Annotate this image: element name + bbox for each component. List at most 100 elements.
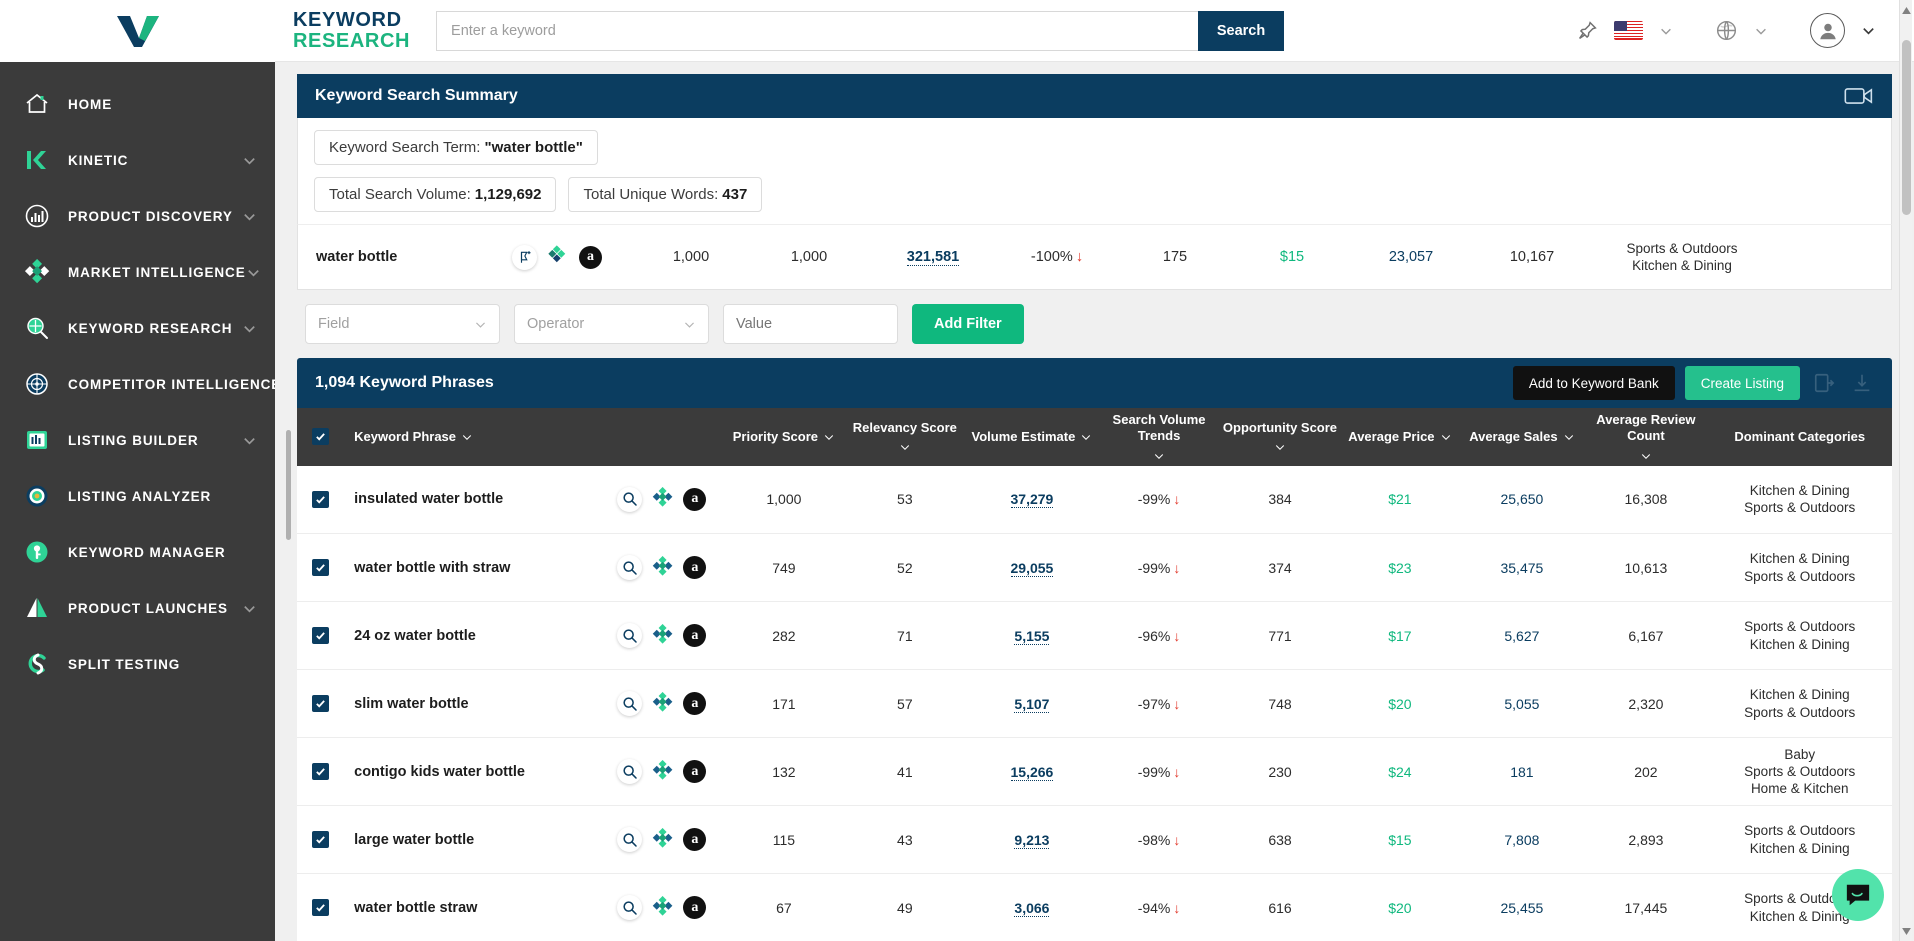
col-average-sales[interactable]: Average Sales: [1459, 408, 1584, 466]
keyword-phrase-cell[interactable]: water bottle with straw: [344, 534, 600, 602]
flag-chevron-down-icon[interactable]: [1653, 18, 1679, 44]
sidebar-item-listing-builder[interactable]: LISTING BUILDER: [0, 412, 275, 468]
search-icon[interactable]: [617, 623, 643, 648]
create-listing-button[interactable]: Create Listing: [1684, 366, 1800, 400]
volume-estimate-cell[interactable]: 15,266: [965, 738, 1098, 806]
row-checkbox[interactable]: [312, 831, 330, 848]
row-checkbox[interactable]: [312, 763, 330, 780]
col-average-review-count[interactable]: Average Review Count: [1584, 408, 1707, 466]
page-scrollbar[interactable]: [1899, 0, 1912, 941]
amazon-icon[interactable]: a: [683, 624, 707, 647]
download-icon[interactable]: [1848, 372, 1876, 394]
keyword-phrase-cell[interactable]: water bottle straw: [344, 874, 600, 941]
globe-chevron-down-icon[interactable]: [1748, 18, 1774, 44]
keyword-phrase-cell[interactable]: slim water bottle: [344, 670, 600, 738]
chevron-down-icon[interactable]: [241, 320, 257, 336]
chevron-down-icon[interactable]: [241, 432, 257, 448]
filter-operator-select[interactable]: Operator: [514, 304, 709, 344]
amazon-icon[interactable]: a: [683, 556, 707, 579]
search-input[interactable]: [436, 10, 1199, 51]
market-intelligence-icon[interactable]: [548, 245, 568, 269]
video-camera-icon[interactable]: [1844, 85, 1874, 107]
row-checkbox[interactable]: [312, 627, 330, 644]
add-filter-button[interactable]: Add Filter: [912, 304, 1024, 344]
volume-estimate-cell[interactable]: 29,055: [965, 534, 1098, 602]
search-icon[interactable]: [617, 691, 643, 716]
chevron-down-icon[interactable]: [241, 600, 257, 616]
sidebar-item-home[interactable]: HOME: [0, 76, 275, 132]
filter-value-input[interactable]: [723, 304, 898, 344]
amazon-icon[interactable]: a: [683, 692, 707, 715]
brand-logo[interactable]: [0, 0, 275, 62]
export-icon[interactable]: [1810, 372, 1838, 394]
pin-icon[interactable]: [1571, 14, 1604, 47]
sidebar-item-keyword-manager[interactable]: KEYWORD MANAGER: [0, 524, 275, 580]
keyword-phrase-cell[interactable]: contigo kids water bottle: [344, 738, 600, 806]
col-search-volume-trends[interactable]: Search Volume Trends: [1099, 408, 1220, 466]
row-checkbox[interactable]: [312, 490, 330, 508]
sidebar-item-split-testing[interactable]: SPLIT TESTING: [0, 636, 275, 692]
sidebar-item-market-intelligence[interactable]: MARKET INTELLIGENCE: [0, 244, 275, 300]
table-row[interactable]: contigo kids water bottle a 132 41 15,266 -99…: [297, 738, 1892, 806]
table-row[interactable]: 24 oz water bottle a 282 71 5,155 -96% ↓ 771 $17…: [297, 602, 1892, 670]
sidebar-scrollbar-thumb[interactable]: [286, 430, 291, 540]
amazon-icon[interactable]: a: [683, 896, 707, 919]
chevron-down-icon[interactable]: [241, 152, 257, 168]
sidebar-item-keyword-research[interactable]: KEYWORD RESEARCH: [0, 300, 275, 356]
globe-icon[interactable]: [1709, 13, 1744, 48]
volume-estimate-cell[interactable]: 37,279: [965, 466, 1098, 534]
add-to-keyword-bank-button[interactable]: Add to Keyword Bank: [1512, 366, 1675, 400]
col-volume-estimate[interactable]: Volume Estimate: [965, 408, 1098, 466]
col-average-price[interactable]: Average Price: [1340, 408, 1459, 466]
col-opportunity-score[interactable]: Opportunity Score: [1220, 408, 1341, 466]
search-icon[interactable]: [617, 555, 643, 580]
amazon-icon[interactable]: a: [683, 760, 707, 783]
chevron-down-icon[interactable]: [241, 208, 257, 224]
market-intelligence-icon[interactable]: [652, 759, 673, 784]
volume-estimate-cell[interactable]: 5,155: [965, 602, 1098, 670]
scroll-up-arrow-icon[interactable]: [1900, 3, 1913, 17]
search-icon[interactable]: [617, 759, 643, 784]
market-intelligence-icon[interactable]: [652, 895, 673, 920]
keyword-phrase-cell[interactable]: large water bottle: [344, 806, 600, 874]
volume-estimate-cell[interactable]: 5,107: [965, 670, 1098, 738]
keyword-phrase-cell[interactable]: insulated water bottle: [344, 466, 600, 534]
row-checkbox[interactable]: [312, 559, 330, 576]
chat-bubble-icon[interactable]: [1832, 869, 1884, 921]
amazon-icon[interactable]: a: [683, 828, 707, 851]
row-checkbox[interactable]: [312, 695, 330, 712]
market-intelligence-icon[interactable]: [652, 623, 673, 648]
col-priority-score[interactable]: Priority Score: [723, 408, 844, 466]
row-checkbox[interactable]: [312, 899, 330, 916]
search-icon[interactable]: [617, 895, 643, 920]
table-row[interactable]: insulated water bottle a 1,000 53 37,279 -99%…: [297, 466, 1892, 534]
volume-estimate-cell[interactable]: 3,066: [965, 874, 1098, 941]
search-icon[interactable]: [617, 486, 643, 512]
add-to-keyword-bank-icon[interactable]: [512, 244, 537, 270]
chevron-down-icon[interactable]: [246, 264, 261, 280]
avatar[interactable]: [1804, 7, 1851, 54]
sidebar-item-product-launches[interactable]: PRODUCT LAUNCHES: [0, 580, 275, 636]
select-all-checkbox[interactable]: [312, 427, 330, 445]
sidebar-item-kinetic[interactable]: KINETIC: [0, 132, 275, 188]
scroll-down-arrow-icon[interactable]: [1900, 924, 1913, 938]
search-button[interactable]: Search: [1198, 10, 1285, 51]
col-relevancy-score[interactable]: Relevancy Score: [844, 408, 965, 466]
filter-field-select[interactable]: Field: [305, 304, 500, 344]
keyword-phrase-cell[interactable]: 24 oz water bottle: [344, 602, 600, 670]
summary-volume-estimate[interactable]: 321,581: [868, 249, 998, 266]
table-row[interactable]: slim water bottle a 171 57 5,107 -97% ↓ 748 $20 5…: [297, 670, 1892, 738]
sidebar-item-product-discovery[interactable]: PRODUCT DISCOVERY: [0, 188, 275, 244]
amazon-icon[interactable]: a: [683, 487, 707, 511]
sidebar-item-listing-analyzer[interactable]: LISTING ANALYZER: [0, 468, 275, 524]
market-intelligence-icon[interactable]: [652, 555, 673, 580]
us-flag-icon[interactable]: [1608, 15, 1649, 46]
col-keyword-phrase[interactable]: Keyword Phrase: [344, 408, 600, 466]
page-scrollbar-thumb[interactable]: [1902, 40, 1911, 215]
table-row[interactable]: water bottle straw a 67 49 3,066 -94% ↓ 616 $20 2…: [297, 874, 1892, 941]
market-intelligence-icon[interactable]: [652, 691, 673, 716]
table-row[interactable]: large water bottle a 115 43 9,213 -98% ↓ 638 $15…: [297, 806, 1892, 874]
market-intelligence-icon[interactable]: [652, 487, 673, 511]
volume-estimate-cell[interactable]: 9,213: [965, 806, 1098, 874]
table-row[interactable]: water bottle with straw a 749 52 29,055 -99% ↓…: [297, 534, 1892, 602]
